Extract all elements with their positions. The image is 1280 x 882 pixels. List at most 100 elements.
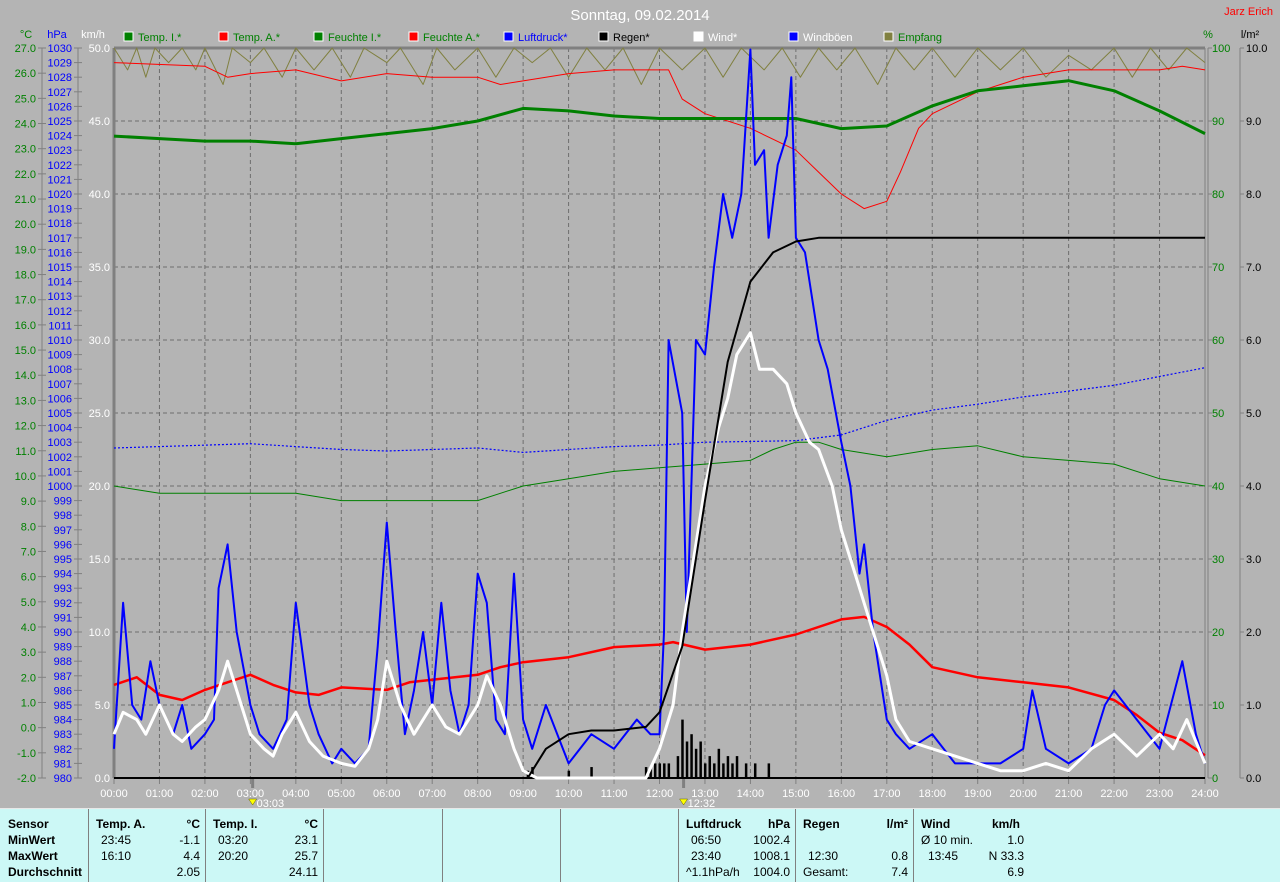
y-axis-temp-unit: °C — [20, 29, 32, 41]
y-axis-pressure-tick-label: 1030 — [48, 43, 72, 55]
y-axis-pressure-tick-label: 980 — [54, 773, 72, 785]
y-axis-temp-tick-label: 11.0 — [15, 446, 36, 458]
y-axis-pressure-tick-label: 1008 — [48, 364, 72, 376]
y-axis-rain-tick-label: 0.0 — [1246, 773, 1261, 785]
legend-swatch — [598, 31, 609, 42]
y-axis-wind-tick-label: 50.0 — [89, 43, 110, 55]
weather-chart: Sonntag, 09.02.2014 Jarz Erich 00:00 01:0… — [15, 6, 1273, 808]
x-tick-label: 19:00 — [964, 788, 992, 800]
y-axis-rain-tick-label: 3.0 — [1246, 554, 1261, 566]
y-axis-humidity-tick-label: 90 — [1212, 116, 1224, 128]
y-axis-pressure-tick-label: 994 — [54, 569, 72, 581]
legend-label: Feuchte I.* — [328, 32, 382, 44]
legend-swatch — [883, 31, 894, 42]
temp-i-avg: 24.11 — [288, 865, 318, 879]
marker-time-label: 12:32 — [688, 798, 716, 808]
pressure-header: Luftdruck — [686, 817, 742, 831]
chart-title: Sonntag, 09.02.2014 — [570, 7, 709, 24]
y-axis-pressure-tick-label: 1029 — [48, 58, 72, 70]
y-axis-pressure-tick-label: 999 — [54, 496, 72, 508]
y-axis-pressure-tick-label: 984 — [54, 715, 72, 727]
y-axis-pressure-tick-label: 998 — [54, 510, 72, 522]
wind-avg10-label: Ø 10 min. — [921, 833, 974, 847]
sun-marker-icon — [248, 798, 258, 806]
y-axis-pressure-tick-label: 1004 — [48, 423, 72, 435]
empty-column — [442, 809, 561, 882]
rain-bar — [726, 756, 730, 778]
legend-label: Temp. I.* — [138, 32, 182, 44]
y-axis-temp-tick-label: 9.0 — [21, 496, 36, 508]
y-axis-humidity-tick-label: 80 — [1212, 189, 1224, 201]
rain-max-time: 12:30 — [808, 849, 839, 863]
rain-bar — [722, 763, 725, 778]
pressure-avg: 1004.0 — [753, 865, 790, 879]
marker-time-label: 03:03 — [257, 798, 285, 808]
y-axis-humidity-tick-label: 0 — [1212, 773, 1218, 785]
row-label-min: MinWert — [8, 833, 56, 847]
x-tick-label: 06:00 — [373, 788, 401, 800]
y-axis-rain-tick-label: 8.0 — [1246, 189, 1261, 201]
y-axis-temp-tick-label: 4.0 — [21, 622, 36, 634]
x-tick-label: 00:00 — [100, 788, 128, 800]
rain-bar — [658, 763, 661, 778]
empty-column — [560, 809, 679, 882]
y-axis-temp-tick-label: -1.0 — [17, 748, 36, 760]
rain-total-label: Gesamt: — [803, 865, 849, 879]
rain-bar — [681, 719, 684, 778]
y-axis-pressure-tick-label: 982 — [54, 744, 72, 756]
y-axis-humidity-tick-label: 10 — [1212, 700, 1224, 712]
y-axis-pressure-tick-label: 993 — [54, 583, 72, 595]
temp-i-min-time: 03:20 — [218, 833, 249, 847]
y-axis-pressure-tick-label: 1015 — [48, 262, 72, 274]
y-axis-rain-tick-label: 5.0 — [1246, 408, 1261, 420]
temp-i-min: 23.1 — [294, 833, 318, 847]
y-axis-wind-tick-label: 20.0 — [89, 481, 110, 493]
pressure-max-time: 23:40 — [691, 849, 722, 863]
legend-swatch — [503, 31, 514, 42]
legend-swatch — [218, 31, 229, 42]
y-axis-pressure-tick-label: 987 — [54, 671, 72, 683]
y-axis-pressure-tick-label: 983 — [54, 729, 72, 741]
wind-header: Wind — [921, 817, 951, 831]
y-axis-pressure-tick-label: 1010 — [48, 335, 72, 347]
y-axis-wind-tick-label: 0.0 — [95, 773, 110, 785]
y-axis-wind-tick-label: 15.0 — [89, 554, 110, 566]
y-axis-temp-tick-label: 17.0 — [15, 295, 36, 307]
y-axis-temp-tick-label: 10.0 — [15, 471, 36, 483]
y-axis-temp-tick-label: 19.0 — [15, 244, 36, 256]
y-axis-wind-unit: km/h — [81, 29, 105, 41]
y-axis-pressure-tick-label: 1003 — [48, 437, 72, 449]
y-axis-humidity-tick-label: 70 — [1212, 262, 1224, 274]
legend-label: Feuchte A.* — [423, 32, 481, 44]
x-tick-label: 15:00 — [782, 788, 810, 800]
sensor-header: Sensor — [8, 817, 49, 831]
pressure-trend: ^1.1hPa/h — [686, 865, 740, 879]
y-axis-humidity-unit: % — [1203, 29, 1213, 41]
rain-bar — [744, 763, 748, 778]
y-axis-pressure-tick-label: 1027 — [48, 87, 72, 99]
y-axis-rain-tick-label: 2.0 — [1246, 627, 1261, 639]
y-axis-rain-tick-label: 9.0 — [1246, 116, 1261, 128]
x-tick-label: 01:00 — [146, 788, 174, 800]
y-axis-humidity-tick-label: 100 — [1212, 43, 1230, 55]
legend-swatch — [408, 31, 419, 42]
rain-header: Regen — [803, 817, 840, 831]
pressure-min: 1002.4 — [753, 833, 790, 847]
x-tick-label: 02:00 — [191, 788, 219, 800]
y-axis-pressure-tick-label: 988 — [54, 656, 72, 668]
rain-bar — [694, 748, 698, 778]
sun-marker-icon — [679, 798, 689, 806]
y-axis-wind-tick-label: 35.0 — [89, 262, 110, 274]
y-axis-pressure-tick-label: 1000 — [48, 481, 72, 493]
wind-column: Wind km/h Ø 10 min. 1.0 13:45 N 33.3 6.9 — [913, 809, 1280, 882]
rain-bar — [590, 767, 593, 778]
y-axis-pressure-tick-label: 997 — [54, 525, 72, 537]
x-tick-label: 10:00 — [555, 788, 583, 800]
y-axis-temp-tick-label: 3.0 — [21, 647, 36, 659]
y-axis-wind-tick-label: 30.0 — [89, 335, 110, 347]
y-axis-pressure-tick-label: 986 — [54, 685, 72, 697]
y-axis-wind-tick-label: 5.0 — [95, 700, 110, 712]
y-axis-pressure-tick-label: 991 — [54, 612, 72, 624]
grid — [112, 46, 1206, 784]
y-axis-humidity-tick-label: 30 — [1212, 554, 1224, 566]
